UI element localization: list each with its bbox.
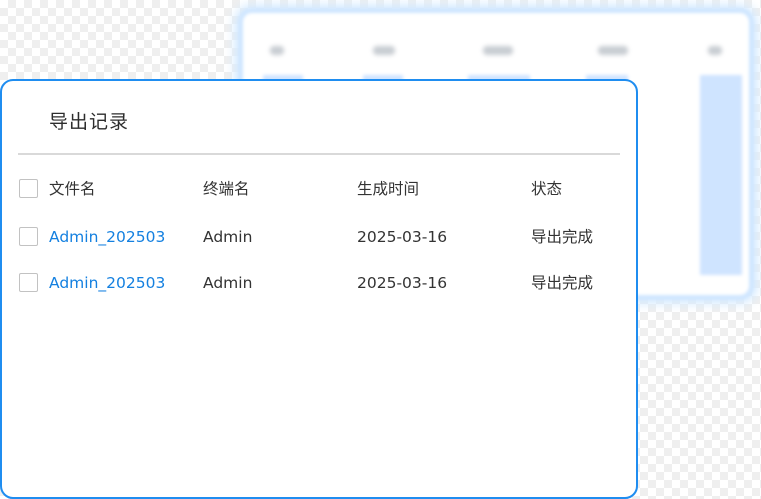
status-text: 导出完成 bbox=[531, 228, 594, 246]
blurred-column-5 bbox=[700, 75, 742, 275]
table-row: Admin_202503 Admin 2025-03-16 导出完成 bbox=[2, 271, 636, 295]
blurred-header-5 bbox=[708, 46, 722, 55]
filename-link[interactable]: Admin_202503 bbox=[49, 225, 165, 249]
status-text: 导出完成 bbox=[531, 274, 594, 292]
generated-time: 2025-03-16 bbox=[357, 274, 448, 292]
column-header-terminal: 终端名 bbox=[203, 180, 250, 198]
column-header-status: 状态 bbox=[531, 180, 563, 198]
terminal-name: Admin bbox=[203, 228, 253, 246]
blurred-header-1 bbox=[270, 46, 284, 55]
row-checkbox[interactable] bbox=[19, 227, 38, 246]
table-header: 文件名 终端名 生成时间 状态 bbox=[2, 177, 636, 201]
blurred-header-4 bbox=[598, 46, 628, 55]
export-records-panel: 导出记录 文件名 终端名 生成时间 状态 Admin_202503 Admin … bbox=[0, 79, 638, 499]
filename-link[interactable]: Admin_202503 bbox=[49, 271, 165, 295]
terminal-name: Admin bbox=[203, 274, 253, 292]
column-header-time: 生成时间 bbox=[357, 180, 420, 198]
generated-time: 2025-03-16 bbox=[357, 228, 448, 246]
row-checkbox[interactable] bbox=[19, 273, 38, 292]
blurred-header-2 bbox=[373, 46, 395, 55]
title-divider bbox=[18, 153, 620, 155]
blurred-header-3 bbox=[483, 46, 513, 55]
column-header-filename: 文件名 bbox=[49, 180, 96, 198]
table-row: Admin_202503 Admin 2025-03-16 导出完成 bbox=[2, 225, 636, 249]
select-all-checkbox[interactable] bbox=[19, 179, 38, 198]
panel-title: 导出记录 bbox=[49, 111, 130, 133]
